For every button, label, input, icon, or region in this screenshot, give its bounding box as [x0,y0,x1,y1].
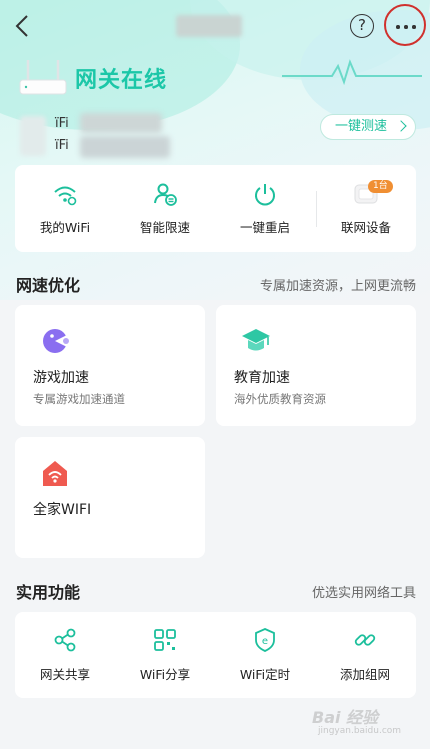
quick-speed-limit[interactable]: 智能限速 [115,165,215,252]
tool-gateway-share-label: 网关共享 [39,667,90,682]
device-count-badge: 1台 [368,180,393,193]
tool-add-mesh[interactable]: 添加组网 [315,612,415,698]
quick-actions-card: 我的WiFi 智能限速 一键重启 1台 联网设备 [15,165,416,252]
wifi-ssid-redacted [80,113,162,133]
quick-restart[interactable]: 一键重启 [215,165,315,252]
speed-test-label: 一键测速 [335,119,388,134]
tool-wifi-timer[interactable]: e WiFi定时 [215,612,315,698]
chevron-right-icon [395,120,407,132]
watermark-logo: Bai 经验 [312,708,379,727]
tools-section-title: 实用功能 [16,583,81,602]
education-acceleration-card[interactable]: 教育加速 海外优质教育资源 [216,305,416,426]
heartbeat-line-icon [282,59,422,86]
tools-section-subtitle: 优选实用网络工具 [311,586,416,601]
watermark-site: jingyan.baidu.com [318,726,402,736]
back-arrow-icon[interactable] [10,12,36,40]
speed-section-subtitle: 专属加速资源，上网更流畅 [259,279,416,294]
home-wifi-card[interactable]: 全家WIFI [15,437,205,558]
wifi-icon-redacted [20,116,46,156]
power-icon [255,184,275,206]
quick-my-wifi-label: 我的WiFi [39,220,91,235]
page-title-redacted [176,15,242,37]
timer-icon: e [255,628,275,652]
tool-add-mesh-label: 添加组网 [339,667,390,682]
qrcode-icon [154,629,176,651]
top-bar: ? [0,0,430,54]
help-icon[interactable]: ? [350,14,374,38]
link-icon [354,634,376,646]
tool-gateway-share[interactable]: 网关共享 [15,612,115,698]
svg-text:e: e [262,636,268,647]
more-menu-button[interactable] [384,4,426,46]
speed-section-title: 网速优化 [16,276,81,295]
tool-wifi-share-label: WiFi分享 [139,667,191,682]
share-icon [54,628,76,652]
tool-wifi-timer-label: WiFi定时 [239,667,291,682]
wifi-settings-icon [54,186,77,206]
game-acceleration-title: 游戏加速 [33,370,89,386]
game-acceleration-card[interactable]: 游戏加速 专属游戏加速通道 [15,305,205,426]
wifi-name-line-2: ïFi [55,138,69,153]
education-acceleration-title: 教育加速 [234,370,290,386]
quick-connected-devices[interactable]: 1台 联网设备 [316,165,416,252]
speed-test-button[interactable]: 一键测速 [320,114,416,140]
router-icon [19,60,67,95]
quick-connected-devices-label: 联网设备 [340,220,391,235]
tools-card: 网关共享 WiFi分享 e WiFi定时 添加组网 [15,612,416,698]
quick-speed-limit-label: 智能限速 [139,220,190,235]
tool-wifi-share[interactable]: WiFi分享 [115,612,215,698]
game-acceleration-desc: 专属游戏加速通道 [33,392,125,406]
education-acceleration-desc: 海外优质教育资源 [234,392,326,406]
wifi-ssid-redacted-2 [80,136,170,158]
home-wifi-icon [43,461,67,486]
home-wifi-title: 全家WIFI [33,502,92,518]
user-speed-limit-icon [154,183,177,206]
game-icon [43,329,69,353]
quick-my-wifi[interactable]: 我的WiFi [15,165,115,252]
gateway-status-title: 网关在线 [75,68,168,93]
education-icon [242,329,270,351]
wifi-name-line-1: ïFi [55,116,69,131]
quick-restart-label: 一键重启 [239,220,290,235]
